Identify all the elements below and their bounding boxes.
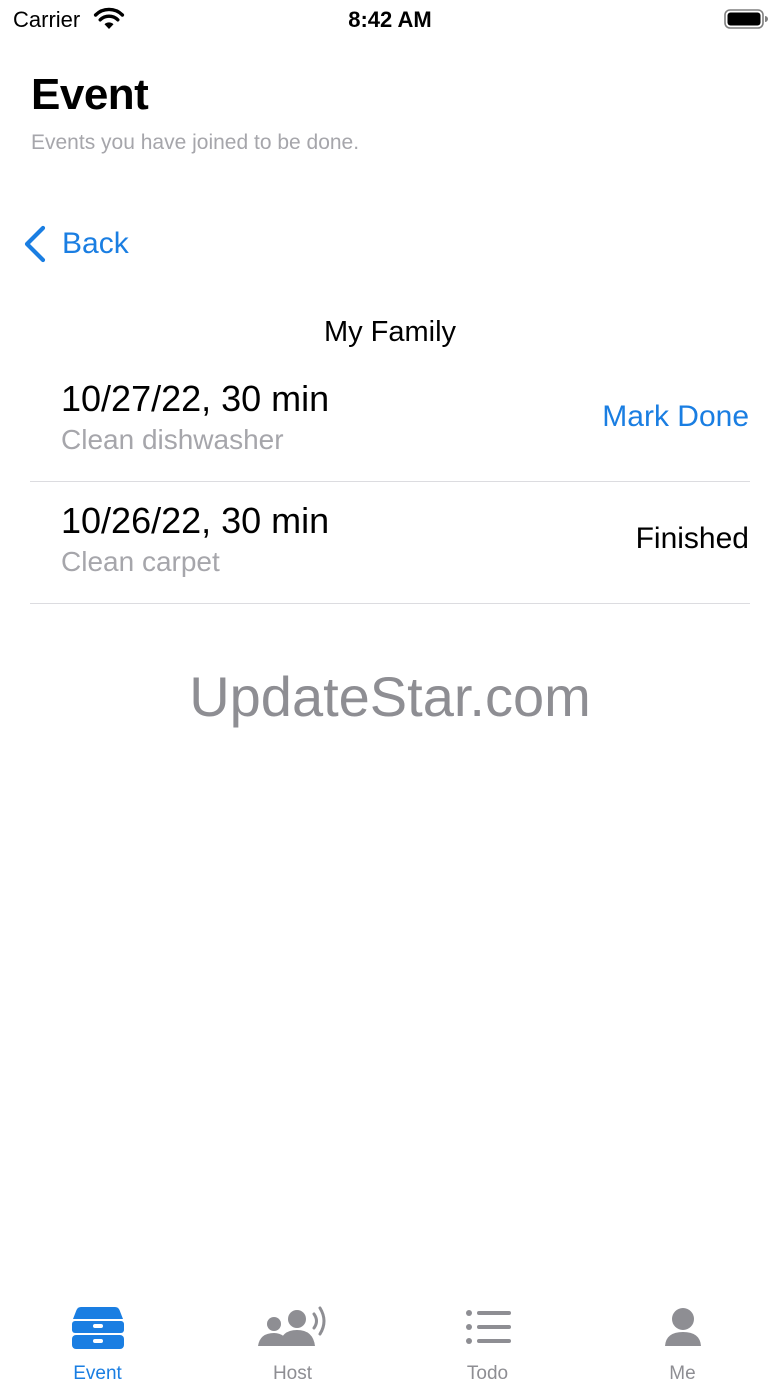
tab-label: Event [73,1363,122,1384]
tab-host[interactable]: Host [195,1290,390,1387]
tab-label: Me [669,1363,696,1384]
event-row: 10/27/22, 30 min Clean dishwasher Mark D… [30,360,750,482]
tab-event[interactable]: Event [0,1290,195,1387]
battery-icon [724,9,768,29]
watermark: UpdateStar.com [189,665,591,728]
tab-label: Todo [466,1363,509,1384]
person-icon [664,1308,701,1346]
tab-todo[interactable]: Todo [390,1290,585,1387]
status-time: 8:42 AM [348,7,432,32]
finished-status: Finished [635,522,749,555]
event-date: 10/27/22, 30 min [61,378,330,419]
list-icon [465,1310,511,1344]
event-name: Clean dishwasher [61,424,284,455]
event-name: Clean carpet [61,546,220,577]
back-button[interactable]: Back [22,222,129,266]
section-title: My Family [323,316,457,348]
back-label: Back [62,227,129,260]
page-subtitle: Events you have joined to be done. [31,131,360,154]
people-broadcast-icon [257,1306,325,1346]
chevron-left-icon [24,225,46,263]
event-row: 10/26/22, 30 min Clean carpet Finished [30,482,750,604]
tab-bar: Event Host Todo Me [0,1290,780,1387]
tab-me[interactable]: Me [585,1290,780,1387]
status-bar: Carrier 8:42 AM [0,0,780,40]
tab-label: Host [272,1363,313,1384]
mark-done-button[interactable]: Mark Done [602,400,749,434]
event-date: 10/26/22, 30 min [61,500,330,541]
tray-icon [71,1307,124,1349]
page-title: Event [31,70,149,119]
